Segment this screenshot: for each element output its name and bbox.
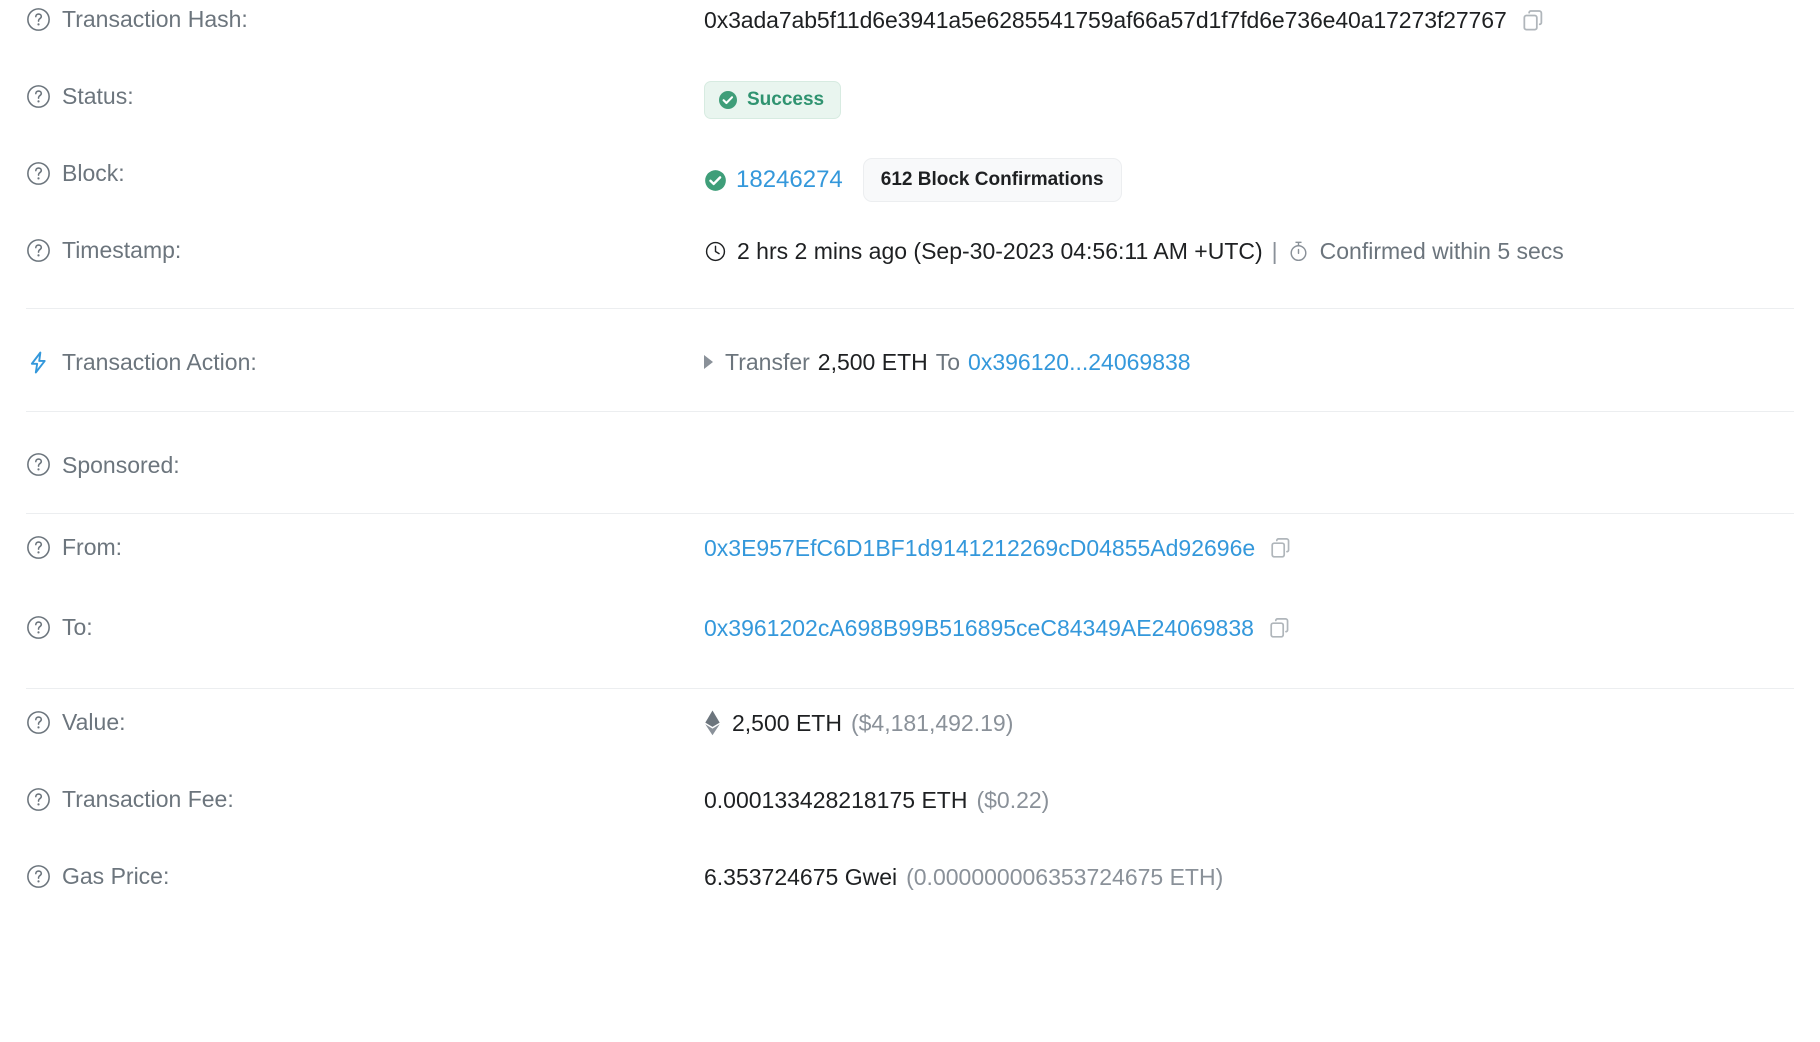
question-circle-icon[interactable] [26, 238, 51, 263]
row-sponsored: Sponsored: [26, 412, 1794, 513]
transaction-hash-value: 0x3ada7ab5f11d6e3941a5e6285541759af66a57… [704, 7, 1507, 33]
value-label-cell: Value: [26, 703, 704, 737]
action-group: Transaction Action: Transfer 2,500 ETH T… [26, 309, 1794, 411]
value-fiat: ($4,181,492.19) [850, 710, 1014, 736]
row-from: From: 0x3E957EfC6D1BF1d9141212269cD04855… [26, 528, 1794, 608]
lightning-bolt-icon [26, 350, 51, 375]
timestamp-label-cell: Timestamp: [26, 231, 704, 265]
action-target-address-link[interactable]: 0x396120...24069838 [968, 346, 1191, 378]
block-value-cell: 18246274 612 Block Confirmations [704, 154, 1794, 202]
to-label: To: [62, 614, 93, 640]
from-label: From: [62, 534, 123, 560]
question-circle-icon[interactable] [26, 84, 51, 109]
timestamp-label: Timestamp: [62, 237, 182, 263]
to-label-cell: To: [26, 608, 704, 642]
sponsored-label: Sponsored: [62, 451, 180, 478]
clock-icon [704, 240, 727, 263]
status-badge-text: Success [747, 89, 825, 110]
status-badge: Success [704, 81, 842, 119]
row-transaction-hash: Transaction Hash: 0x3ada7ab5f11d6e3941a5… [26, 0, 1794, 77]
value-label: Value: [62, 709, 126, 735]
stopwatch-icon [1287, 240, 1310, 263]
transaction-action-label: Transaction Action: [62, 349, 257, 375]
transaction-hash-label: Transaction Hash: [62, 6, 248, 32]
check-circle-icon [718, 90, 738, 110]
gas-price-value-cell: 6.353724675 Gwei (0.000000006353724675 E… [704, 857, 1794, 893]
question-circle-icon[interactable] [26, 161, 51, 186]
check-circle-icon [704, 169, 727, 192]
action-verb: Transfer [725, 349, 810, 375]
gas-price-gwei: 6.353724675 Gwei [704, 864, 898, 890]
row-transaction-fee: Transaction Fee: 0.000133428218175 ETH (… [26, 780, 1794, 857]
ethereum-diamond-icon [704, 710, 721, 736]
timestamp-value-cell: 2 hrs 2 mins ago (Sep-30-2023 04:56:11 A… [704, 231, 1794, 267]
status-label: Status: [62, 83, 134, 109]
question-circle-icon[interactable] [26, 864, 51, 889]
block-label-cell: Block: [26, 154, 704, 188]
status-value-cell: Success [704, 77, 1794, 119]
gas-price-label: Gas Price: [62, 863, 170, 889]
question-circle-icon[interactable] [26, 7, 51, 32]
from-value-cell: 0x3E957EfC6D1BF1d9141212269cD04855Ad9269… [704, 528, 1794, 564]
row-gas-price: Gas Price: 6.353724675 Gwei (0.000000006… [26, 857, 1794, 934]
caret-right-icon[interactable] [704, 355, 713, 369]
transaction-fee-value-cell: 0.000133428218175 ETH ($0.22) [704, 780, 1794, 816]
question-circle-icon[interactable] [26, 615, 51, 640]
timestamp-main-wrap: 2 hrs 2 mins ago (Sep-30-2023 04:56:11 A… [704, 235, 1564, 267]
gas-price-eth: (0.000000006353724675 ETH) [906, 864, 1224, 890]
value-value-cell: 2,500 ETH ($4,181,492.19) [704, 703, 1794, 739]
timestamp-separator: | [1271, 238, 1278, 264]
row-status: Status: Success [26, 77, 1794, 154]
from-label-cell: From: [26, 528, 704, 562]
transaction-details-panel: Transaction Hash: 0x3ada7ab5f11d6e3941a5… [0, 0, 1820, 934]
question-circle-icon[interactable] [26, 787, 51, 812]
to-address-link[interactable]: 0x3961202cA698B99B516895ceC84349AE240698… [704, 612, 1254, 644]
status-label-cell: Status: [26, 77, 704, 111]
transaction-hash-label-cell: Transaction Hash: [26, 0, 704, 34]
transaction-action-value-cell: Transfer 2,500 ETH To 0x396120...2406983… [704, 342, 1794, 378]
overview-group: Transaction Hash: 0x3ada7ab5f11d6e3941a5… [26, 0, 1794, 308]
row-value: Value: 2,500 ETH ($4,181,492.19) [26, 703, 1794, 780]
transaction-fee-label-cell: Transaction Fee: [26, 780, 704, 814]
question-circle-icon[interactable] [26, 710, 51, 735]
copy-icon[interactable] [1269, 536, 1293, 560]
to-value-cell: 0x3961202cA698B99B516895ceC84349AE240698… [704, 608, 1794, 644]
transaction-hash-value-cell: 0x3ada7ab5f11d6e3941a5e6285541759af66a57… [704, 0, 1794, 36]
timestamp-confirmed: Confirmed within 5 secs [1319, 238, 1564, 264]
from-address-link[interactable]: 0x3E957EfC6D1BF1d9141212269cD04855Ad9269… [704, 532, 1255, 564]
gas-price-label-cell: Gas Price: [26, 857, 704, 891]
transaction-fee-eth: 0.000133428218175 ETH [704, 787, 968, 813]
transaction-fee-label: Transaction Fee: [62, 786, 234, 812]
copy-icon[interactable] [1268, 616, 1292, 640]
action-amount: 2,500 ETH [817, 349, 928, 375]
block-number-link[interactable]: 18246274 [736, 164, 843, 196]
amounts-group: Value: 2,500 ETH ($4,181,492.19) Transac… [26, 689, 1794, 934]
row-transaction-action: Transaction Action: Transfer 2,500 ETH T… [26, 309, 1794, 411]
block-label: Block: [62, 160, 125, 186]
question-circle-icon[interactable] [26, 452, 51, 477]
parties-group: From: 0x3E957EfC6D1BF1d9141212269cD04855… [26, 514, 1794, 688]
row-to: To: 0x3961202cA698B99B516895ceC84349AE24… [26, 608, 1794, 688]
row-block: Block: 18246274 612 Block Confirmations [26, 154, 1794, 231]
value-eth: 2,500 ETH [732, 710, 842, 736]
sponsored-group: Sponsored: [26, 412, 1794, 513]
row-timestamp: Timestamp: 2 hrs 2 mins ago (Sep-30-2023… [26, 231, 1794, 308]
action-preposition: To [935, 349, 961, 375]
transaction-fee-fiat: ($0.22) [976, 787, 1050, 813]
copy-icon[interactable] [1521, 8, 1546, 33]
transaction-action-wrap: Transfer 2,500 ETH To 0x396120...2406983… [704, 346, 1191, 378]
transaction-action-label-cell: Transaction Action: [26, 343, 704, 377]
sponsored-value-cell [704, 446, 1794, 480]
question-circle-icon[interactable] [26, 535, 51, 560]
block-confirmations-badge: 612 Block Confirmations [862, 158, 1122, 202]
sponsored-label-cell: Sponsored: [26, 446, 704, 480]
timestamp-relative: 2 hrs 2 mins ago (Sep-30-2023 04:56:11 A… [737, 238, 1263, 264]
